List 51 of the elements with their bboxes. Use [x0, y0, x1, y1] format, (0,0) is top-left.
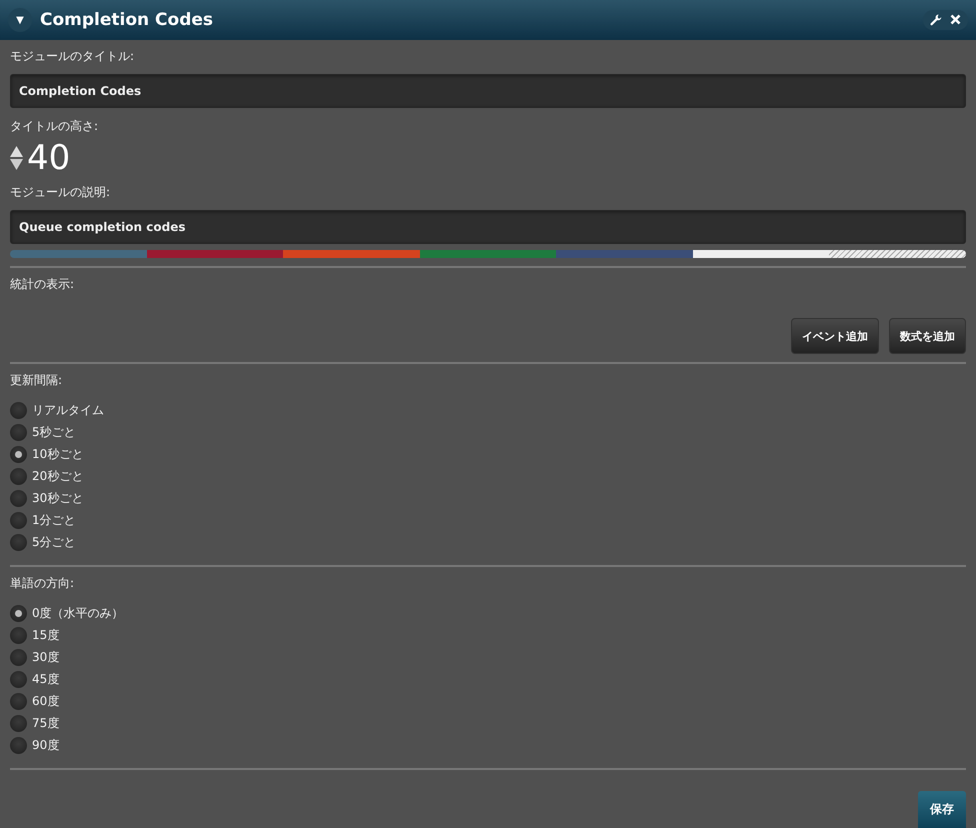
color-swatch[interactable] — [556, 250, 693, 258]
radio-label: 45度 — [32, 670, 60, 688]
color-swatch[interactable] — [829, 250, 966, 258]
radio-label: 0度（水平のみ） — [32, 604, 124, 622]
color-swatch[interactable] — [692, 250, 830, 258]
radio-label: 30秒ごと — [32, 490, 84, 506]
radio-button[interactable] — [10, 648, 27, 666]
radio-button[interactable] — [10, 736, 27, 754]
radio-label: 30度 — [32, 648, 60, 666]
radio-button[interactable] — [10, 534, 27, 550]
field-label: モジュールのタイトル: — [10, 48, 136, 64]
radio-label: 90度 — [32, 736, 60, 754]
collapse-button[interactable]: ▼ — [8, 8, 32, 32]
field-label: タイトルの高さ: — [10, 118, 100, 134]
radio-button[interactable] — [10, 468, 27, 484]
height-value: 40 — [27, 138, 70, 178]
add-button[interactable]: イベント追加 — [791, 318, 879, 354]
radio-label: リアルタイム — [32, 402, 104, 418]
color-swatch[interactable] — [420, 250, 556, 258]
radio-button[interactable] — [10, 714, 27, 732]
color-swatch[interactable] — [146, 250, 284, 258]
section-label: 統計の表示: — [10, 276, 76, 292]
radio-label: 20秒ごと — [32, 468, 84, 484]
radio-label: 60度 — [32, 692, 60, 710]
title-input-field[interactable]: Completion Codes — [10, 74, 966, 108]
radio-button[interactable] — [10, 604, 27, 622]
wrench-icon[interactable] — [928, 12, 944, 28]
radio-label: 10秒ごと — [32, 446, 84, 462]
section-label: 単語の方向: — [10, 575, 76, 591]
field-label: モジュールの説明: — [10, 184, 112, 200]
radio-label: 75度 — [32, 714, 60, 732]
radio-button[interactable] — [10, 490, 27, 506]
radio-label: 15度 — [32, 626, 60, 644]
description-input-field[interactable]: Queue completion codes — [10, 210, 966, 244]
radio-label: 5分ごと — [32, 534, 76, 550]
add-button[interactable]: 数式を追加 — [889, 318, 966, 354]
radio-button[interactable] — [10, 424, 27, 440]
radio-button[interactable] — [10, 626, 27, 644]
radio-button[interactable] — [10, 446, 27, 462]
color-swatch[interactable] — [283, 250, 420, 258]
radio-button[interactable] — [10, 670, 27, 688]
color-swatch[interactable] — [10, 250, 147, 258]
window-title: Completion Codes — [40, 10, 214, 30]
radio-label: 5秒ごと — [32, 424, 76, 440]
save-button[interactable]: 保存 — [918, 791, 966, 828]
radio-button[interactable] — [10, 402, 27, 418]
radio-button[interactable] — [10, 512, 27, 528]
radio-button[interactable] — [10, 692, 27, 710]
section-label: 更新間隔: — [10, 372, 64, 388]
radio-label: 1分ごと — [32, 512, 76, 528]
spinner-arrows-icon[interactable] — [10, 146, 23, 170]
